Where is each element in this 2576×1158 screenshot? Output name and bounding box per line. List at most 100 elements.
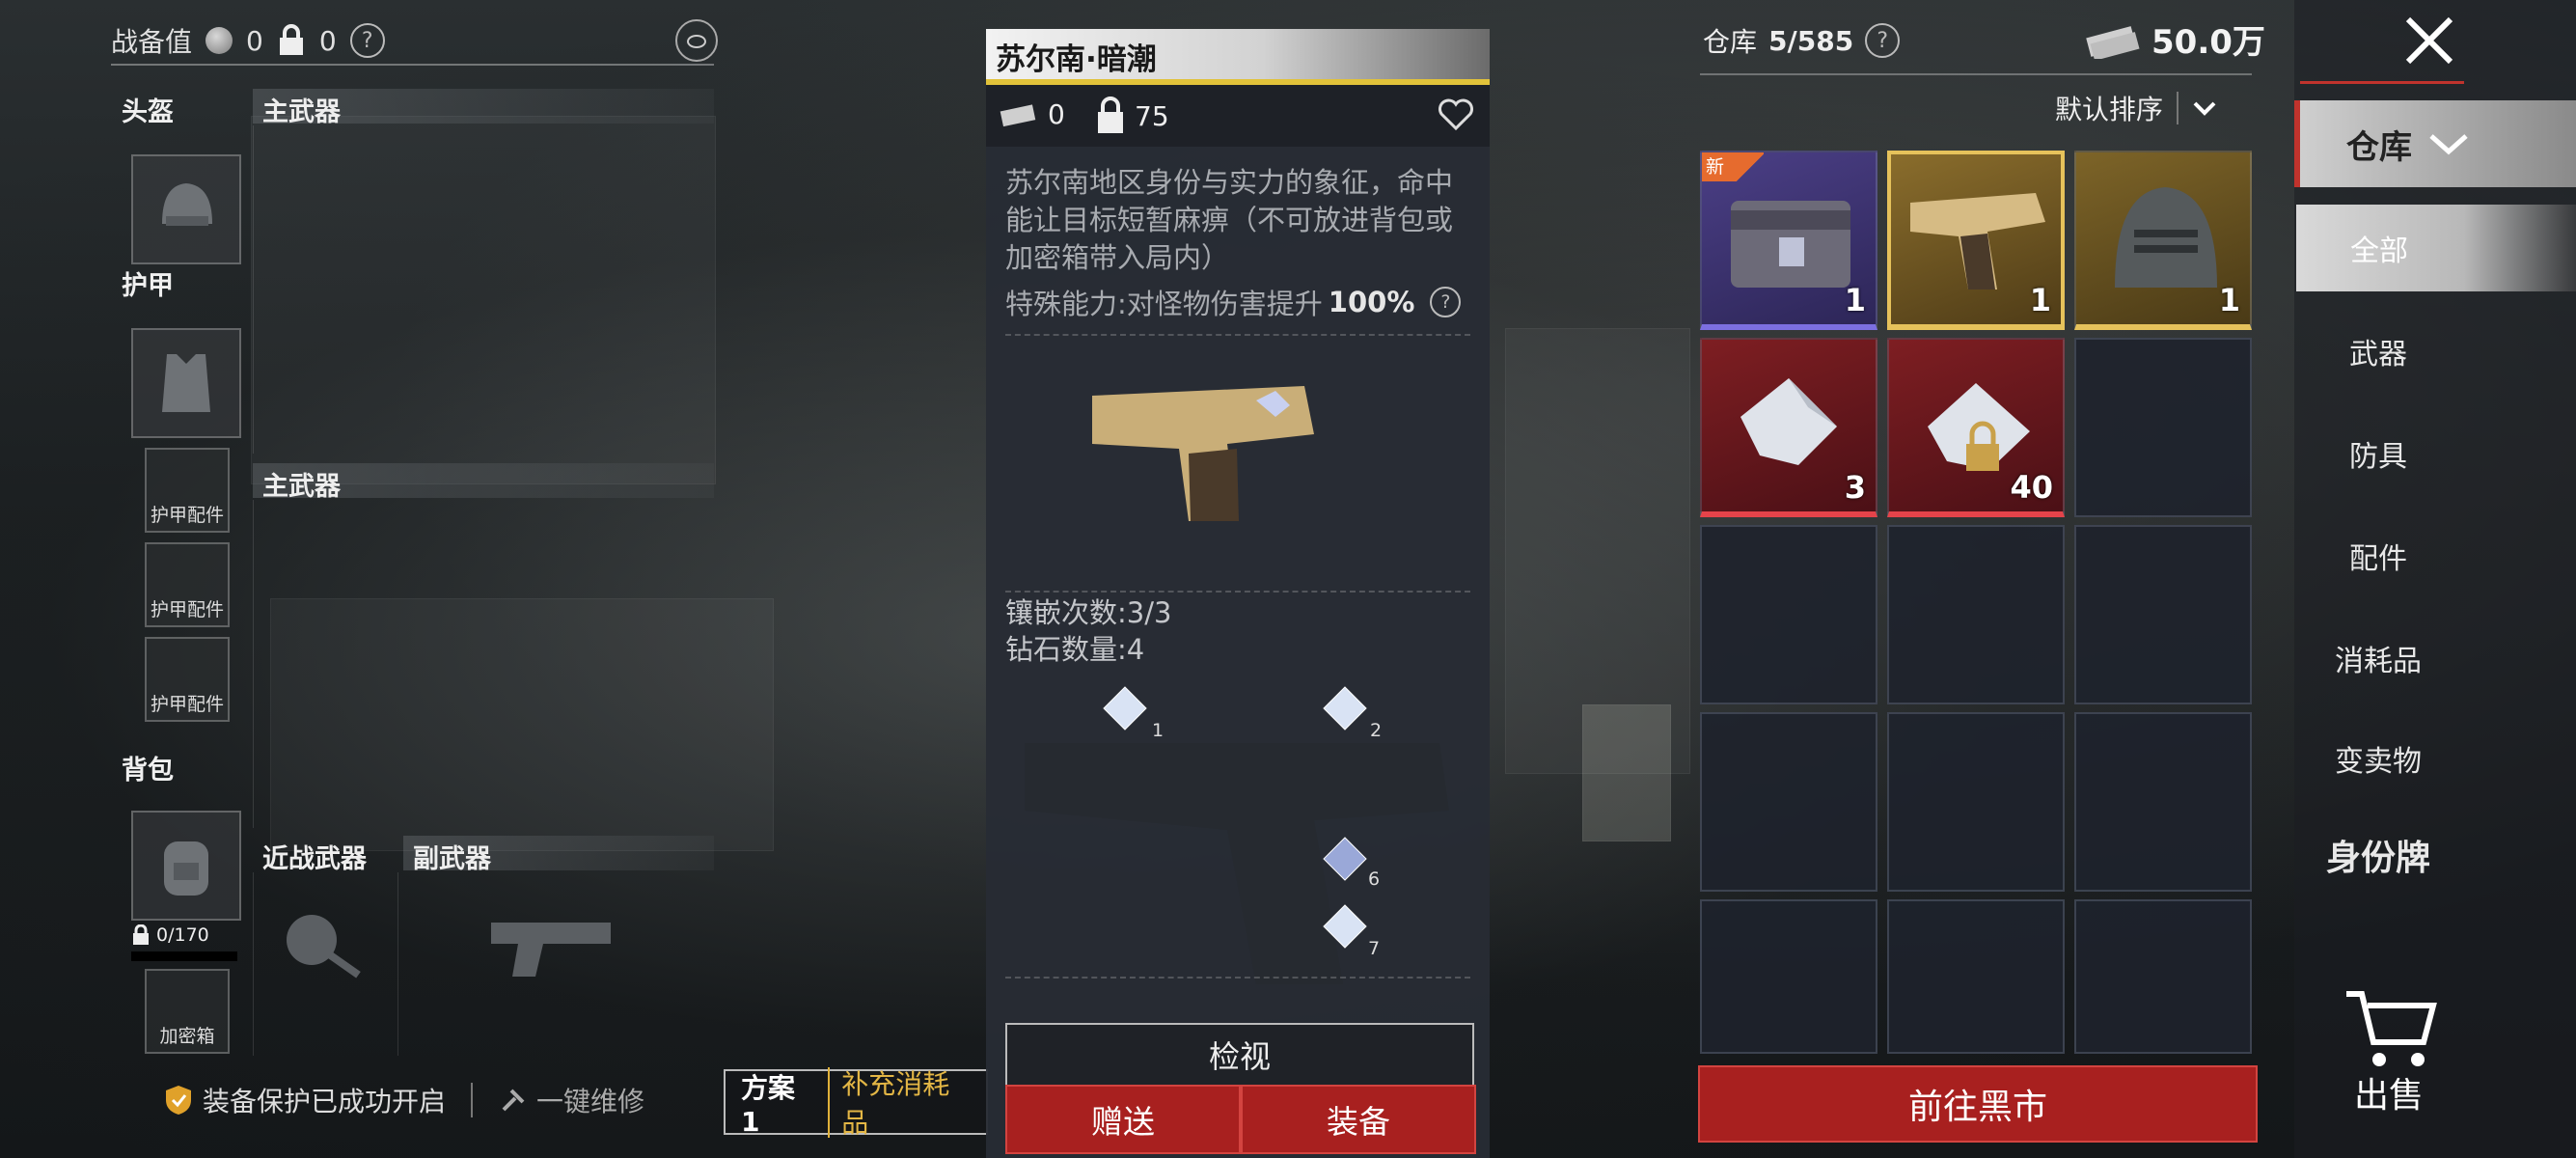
- divider: [111, 64, 714, 66]
- empty-slot[interactable]: [1887, 712, 2065, 892]
- armor-slot[interactable]: [131, 328, 241, 438]
- inventory-item[interactable]: 3: [1700, 338, 1877, 517]
- item-count: 40: [2010, 469, 2053, 506]
- backpack-capacity: 0/170: [131, 924, 209, 946]
- empty-slot[interactable]: [1700, 525, 1877, 704]
- gift-button[interactable]: 赠送: [1005, 1085, 1241, 1154]
- gem-slot-number: 1: [1152, 720, 1165, 741]
- help-icon[interactable]: ?: [1865, 23, 1901, 58]
- primary-weapon-slot-1[interactable]: [253, 125, 715, 454]
- golden-pistol-image: [1092, 386, 1314, 521]
- divider: [2300, 81, 2464, 84]
- warehouse-title: 仓库: [1703, 26, 1758, 58]
- close-icon[interactable]: [2400, 12, 2458, 69]
- armor-attachment-slot-1[interactable]: 护甲配件: [145, 448, 230, 533]
- secondary-header: 副武器: [403, 836, 714, 874]
- primary-weapon-header: 主武器: [253, 89, 714, 127]
- empty-slot[interactable]: [2074, 525, 2252, 704]
- helmet-icon: [162, 183, 212, 226]
- plan-selector[interactable]: 方案1 补充消耗品: [724, 1066, 988, 1139]
- refill-button[interactable]: 补充消耗品: [830, 1063, 986, 1141]
- help-icon[interactable]: ?: [1430, 287, 1462, 317]
- cash-value: 0: [998, 98, 1065, 130]
- safe-box-slot[interactable]: 加密箱: [145, 969, 230, 1054]
- diamond-gem-icon[interactable]: [1322, 836, 1368, 882]
- item-detail-panel: 苏尔南·暗潮 0 75 苏尔南地区身份与实力的象征，命中能让目标短暂麻痹（不可放…: [986, 29, 1490, 1158]
- cash-stack-icon: [2086, 25, 2140, 59]
- pan-icon: [287, 915, 361, 979]
- warehouse-tab[interactable]: 仓库: [2294, 100, 2576, 187]
- backpack-label: 背包: [122, 756, 174, 786]
- cart-icon[interactable]: [2343, 984, 2439, 1071]
- helmet-slot[interactable]: [131, 154, 241, 264]
- favorite-heart-icon[interactable]: [1438, 98, 1474, 131]
- category-sellables[interactable]: 变卖物: [2296, 737, 2460, 780]
- category-all[interactable]: 全部: [2296, 205, 2576, 291]
- capacity-bar: [131, 951, 237, 961]
- lock-icon: [1098, 96, 1123, 133]
- inventory-item-selected[interactable]: 1: [1887, 151, 2065, 330]
- black-market-button[interactable]: 前往黑市: [1698, 1065, 2258, 1143]
- empty-slot[interactable]: [2074, 712, 2252, 892]
- empty-slot[interactable]: [1887, 525, 2065, 704]
- item-count: 1: [2218, 282, 2240, 318]
- divider: [1005, 334, 1470, 336]
- cash-icon: [1000, 103, 1036, 126]
- backpack-slot[interactable]: [131, 811, 241, 921]
- category-consumables[interactable]: 消耗品: [2296, 637, 2460, 679]
- item-name: 苏尔南·暗潮: [996, 42, 1157, 77]
- coin-icon: [206, 27, 233, 54]
- lock-icon: [133, 924, 149, 945]
- sell-button[interactable]: 出售: [2354, 1067, 2424, 1117]
- diamond-gem-icon[interactable]: [1322, 685, 1368, 731]
- money-display: 50.0万: [2084, 15, 2265, 63]
- category-weapons[interactable]: 武器: [2296, 330, 2460, 372]
- sort-dropdown[interactable]: 默认排序: [2055, 89, 2217, 127]
- category-armor[interactable]: 防具: [2296, 432, 2460, 475]
- primary-weapon-2-header: 主武器: [253, 463, 714, 502]
- empty-slot[interactable]: [1700, 712, 1877, 892]
- helmet-label: 头盔: [122, 97, 174, 127]
- gem-slot-number: 2: [1370, 720, 1383, 741]
- gem-slot-number: 7: [1368, 938, 1381, 959]
- divider: [2177, 92, 2179, 124]
- inventory-item[interactable]: 新 1: [1700, 151, 1877, 330]
- diamond-gem-icon[interactable]: [1102, 685, 1148, 731]
- gun-silhouette: [1025, 743, 1449, 984]
- primary-weapon-slot-2[interactable]: [253, 500, 715, 828]
- readiness-title: 战备值: [111, 26, 193, 58]
- inventory-item[interactable]: 40: [1887, 338, 2065, 517]
- empty-slot[interactable]: [1887, 899, 2065, 1054]
- empty-slot[interactable]: [1700, 899, 1877, 1054]
- melee-slot[interactable]: [253, 872, 398, 1056]
- equip-button[interactable]: 装备: [1241, 1085, 1476, 1154]
- view-button[interactable]: 检视: [1005, 1023, 1474, 1087]
- item-count: 3: [1844, 469, 1866, 506]
- armor-attachment-slot-2[interactable]: 护甲配件: [145, 542, 230, 627]
- armor-label: 护甲: [122, 271, 174, 301]
- lock-value: 75: [1094, 96, 1169, 135]
- sort-label: 默认排序: [2055, 94, 2164, 125]
- secondary-slot[interactable]: [397, 872, 715, 1056]
- inlay-count: 镶嵌次数:3/3: [1005, 596, 1172, 629]
- category-attachments[interactable]: 配件: [2296, 535, 2460, 577]
- warehouse-capacity: 5/585: [1768, 24, 1854, 57]
- item-title-bar: 苏尔南·暗潮: [986, 29, 1490, 85]
- empty-slot[interactable]: [2074, 899, 2252, 1054]
- item-value-bar: 0 75: [986, 85, 1490, 147]
- armor-attachment-slot-3[interactable]: 护甲配件: [145, 637, 230, 722]
- special-ability: 特殊能力:对怪物伤害提升 100% ?: [1005, 282, 1462, 322]
- repair-button[interactable]: 一键维修: [498, 1081, 644, 1119]
- backpack-icon: [164, 841, 208, 896]
- diamond-gem-icon[interactable]: [1322, 903, 1368, 950]
- eye-icon[interactable]: [675, 19, 718, 62]
- plan-label: 方案1: [726, 1066, 831, 1138]
- dogtag-tab[interactable]: 身份牌: [2296, 830, 2460, 880]
- lock-icon: [279, 24, 303, 55]
- item-description: 苏尔南地区身份与实力的象征，命中能让目标短暂麻痹（不可放进背包或加密箱带入局内）: [1005, 166, 1454, 274]
- inventory-item[interactable]: 1: [2074, 151, 2252, 330]
- diamond-count: 钻石数量:4: [1005, 633, 1145, 666]
- empty-slot[interactable]: [2074, 338, 2252, 517]
- background-scenery: [1582, 704, 1671, 841]
- help-icon[interactable]: ?: [349, 23, 385, 58]
